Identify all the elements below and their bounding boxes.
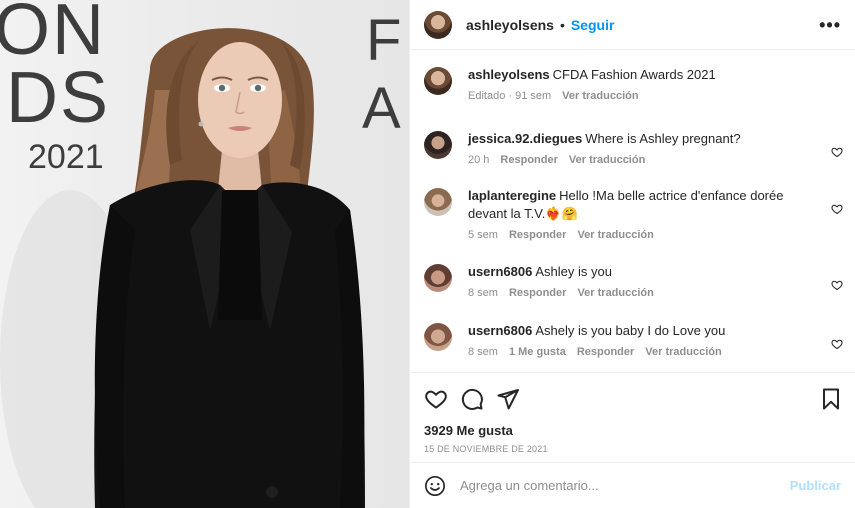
comment-like-heart-icon[interactable]: [831, 338, 843, 350]
share-paper-plane-icon[interactable]: [496, 387, 520, 411]
caption-time: Editado · 91 sem: [468, 90, 552, 102]
comment-item: usern6806 Ashely is you baby I do Love yo…: [410, 322, 855, 372]
publish-button[interactable]: Publicar: [790, 478, 841, 493]
post-actions-bar: [410, 373, 855, 425]
caption-username[interactable]: ashleyolsens: [468, 67, 550, 82]
post-date: 15 de noviembre de 2021: [424, 444, 548, 454]
comment-username[interactable]: laplanteregine: [468, 188, 556, 203]
follow-button[interactable]: Seguir: [571, 17, 615, 33]
comment-text: Where is Ashley pregnant?: [585, 131, 741, 146]
author-username[interactable]: ashleyolsens: [466, 17, 554, 33]
commenter-avatar[interactable]: [424, 188, 452, 216]
comment-translate-link[interactable]: Ver traducción: [577, 287, 653, 299]
comment-item: jessica.92.diegues Where is Ashley pregna…: [410, 130, 855, 187]
comment-like-heart-icon[interactable]: [831, 146, 843, 158]
comment-item: laplanteregine Hello !Ma belle actrice d'…: [410, 187, 855, 263]
comment-reply-button[interactable]: Responder: [509, 287, 566, 299]
comment-item: usern6806 Ashley is you 8 sem Responder V…: [410, 263, 855, 322]
caption-text: CFDA Fashion Awards 2021: [552, 67, 716, 82]
comment-reply-button[interactable]: Responder: [500, 154, 557, 166]
person-figure: [0, 28, 365, 508]
comment-likes-count[interactable]: 1 Me gusta: [509, 346, 566, 358]
comment-translate-link[interactable]: Ver traducción: [577, 229, 653, 241]
author-avatar[interactable]: [424, 10, 452, 39]
post-photo[interactable]: ON DS 2021 F A: [0, 0, 409, 508]
commenter-avatar[interactable]: [424, 264, 452, 292]
more-options-button[interactable]: •••: [819, 16, 841, 34]
comment-text: Ashley is you: [535, 264, 612, 279]
comment-text: Ashely is you baby I do Love you: [535, 323, 726, 338]
caption: ashleyolsens CFDA Fashion Awards 2021 Edi…: [410, 66, 855, 130]
comment-time[interactable]: 20 h: [468, 154, 489, 166]
save-bookmark-icon[interactable]: [819, 387, 843, 411]
comment-time[interactable]: 5 sem: [468, 229, 498, 241]
caption-avatar[interactable]: [424, 67, 452, 95]
emoji-smiley-icon[interactable]: [424, 475, 446, 497]
comment-username[interactable]: usern6806: [468, 264, 532, 279]
comment-bubble-icon[interactable]: [460, 387, 484, 411]
post-header: ashleyolsens • Seguir •••: [410, 0, 855, 50]
comments-list[interactable]: ashleyolsens CFDA Fashion Awards 2021 Edi…: [410, 50, 855, 373]
comment-username[interactable]: usern6806: [468, 323, 532, 338]
comment-username[interactable]: jessica.92.diegues: [468, 131, 582, 146]
post-details-panel: ashleyolsens • Seguir ••• ashleyolsens CF…: [409, 0, 855, 508]
comment-composer: Publicar: [410, 462, 855, 508]
like-heart-icon[interactable]: [424, 387, 448, 411]
comment-input[interactable]: [460, 478, 790, 493]
header-separator: •: [559, 16, 565, 33]
comment-reply-button[interactable]: Responder: [577, 346, 634, 358]
likes-count[interactable]: 3929 Me gusta: [410, 423, 855, 438]
comment-translate-link[interactable]: Ver traducción: [569, 154, 645, 166]
comment-translate-link[interactable]: Ver traducción: [645, 346, 721, 358]
comment-like-heart-icon[interactable]: [831, 203, 843, 215]
commenter-avatar[interactable]: [424, 131, 452, 159]
comment-like-heart-icon[interactable]: [831, 279, 843, 291]
caption-translate-link[interactable]: Ver traducción: [562, 90, 638, 102]
comment-reply-button[interactable]: Responder: [509, 229, 566, 241]
commenter-avatar[interactable]: [424, 323, 452, 351]
comment-time[interactable]: 8 sem: [468, 287, 498, 299]
comment-time[interactable]: 8 sem: [468, 346, 498, 358]
